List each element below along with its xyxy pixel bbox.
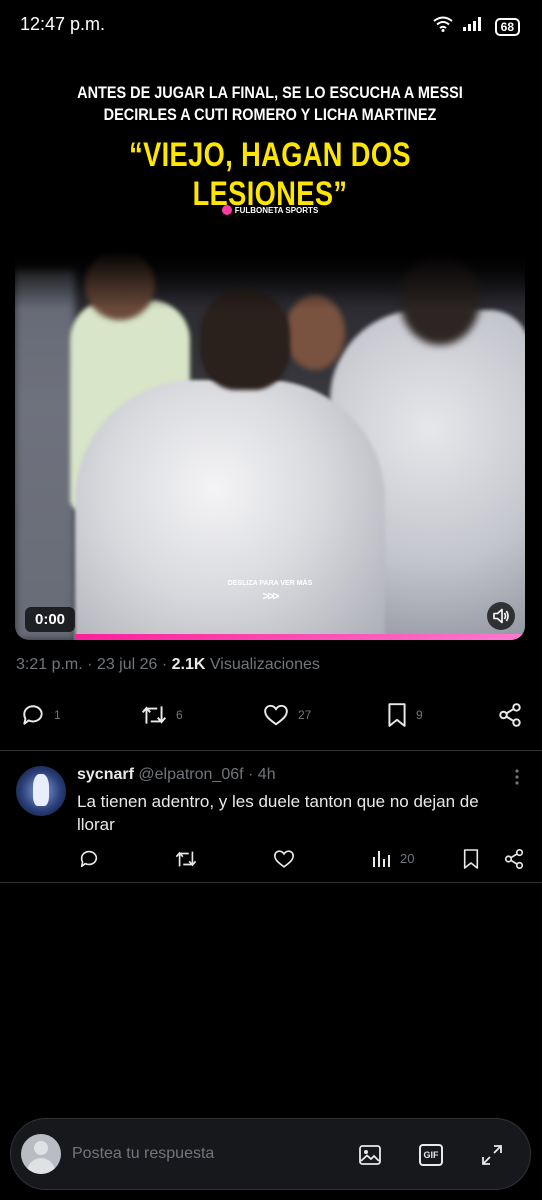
bookmark-icon — [388, 703, 406, 727]
reply-share-button[interactable] — [503, 848, 525, 870]
reply-views-count: 20 — [400, 850, 415, 866]
post-time: 3:21 p.m. — [16, 656, 83, 673]
bookmark-count: 9 — [416, 708, 423, 722]
reply-count: 1 — [54, 708, 61, 722]
brand-name: FULBONETA SPORTS — [234, 205, 319, 215]
reply-post[interactable]: sycnarf @elpatron_06f · 4h La tienen ade… — [0, 752, 542, 882]
headline-line-2: DECIRLES A CUTI ROMERO Y LICHA MARTINEZ — [103, 105, 437, 124]
more-options-button[interactable] — [514, 768, 520, 791]
repost-icon — [141, 706, 167, 724]
repost-count: 6 — [176, 708, 183, 722]
reply-like-button[interactable] — [273, 848, 295, 870]
reply-header: sycnarf @elpatron_06f · 4h — [77, 766, 276, 784]
reply-text: La tienen adentro, y les duele tanton qu… — [77, 792, 479, 834]
battery-icon: 68 — [494, 17, 520, 36]
video-player[interactable]: ANTES DE JUGAR LA FINAL, SE LO ESCUCHA A… — [15, 40, 525, 640]
heart-icon — [274, 850, 294, 868]
share-icon — [504, 849, 524, 869]
share-icon — [499, 703, 521, 727]
reply-views-button[interactable]: 20 — [372, 848, 414, 868]
post-date: 23 jul 26 — [96, 656, 158, 673]
video-duration: 0:00 — [25, 607, 76, 632]
video-accent-bar — [75, 634, 525, 640]
video-quote: “VIEJO, HAGAN DOS LESIONES” — [129, 136, 411, 213]
more-vertical-icon — [515, 769, 519, 785]
heart-icon — [264, 704, 288, 726]
expand-icon — [482, 1145, 502, 1165]
bookmark-icon — [463, 849, 479, 869]
post-views-label: Visualizaciones — [205, 656, 320, 673]
post-actions: 1 6 27 9 — [0, 698, 542, 730]
reply-time: · 4h — [243, 766, 276, 783]
gif-icon: GIF — [419, 1144, 443, 1166]
brand-logo-icon — [221, 205, 232, 215]
reply-composer[interactable]: Postea tu respuesta GIF — [10, 1118, 531, 1190]
repost-icon — [175, 851, 197, 867]
expand-button[interactable] — [479, 1142, 505, 1168]
swipe-arrows-icon: >>> — [262, 589, 279, 603]
wifi-icon — [433, 16, 453, 37]
reply-bookmark-button[interactable] — [462, 848, 480, 870]
like-count: 27 — [298, 708, 312, 722]
volume-button[interactable] — [487, 602, 515, 630]
add-gif-button[interactable]: GIF — [418, 1142, 444, 1168]
reply-button[interactable]: 1 — [20, 702, 61, 728]
video-title-card: ANTES DE JUGAR LA FINAL, SE LO ESCUCHA A… — [15, 40, 525, 270]
divider — [0, 882, 542, 883]
signal-icon — [462, 17, 485, 36]
post-views-count: 2.1K — [171, 656, 206, 673]
like-button[interactable]: 27 — [262, 702, 311, 728]
reply-author-handle[interactable]: @elpatron_06f — [134, 766, 243, 783]
repost-button[interactable]: 6 — [140, 702, 183, 728]
speaker-icon — [493, 608, 509, 624]
share-button[interactable] — [497, 702, 523, 728]
reply-input[interactable]: Postea tu respuesta — [72, 1145, 214, 1163]
image-icon — [359, 1145, 381, 1165]
reply-icon — [23, 705, 43, 725]
reply-repost-button[interactable] — [174, 848, 198, 870]
avatar[interactable] — [16, 766, 66, 816]
divider — [0, 750, 542, 751]
status-time: 12:47 p.m. — [20, 14, 106, 34]
wolf-icon — [33, 774, 49, 806]
video-headline: ANTES DE JUGAR LA FINAL, SE LO ESCUCHA A… — [53, 82, 487, 126]
post-meta: 3:21 p.m. · 23 jul 26 · 2.1K Visualizaci… — [16, 656, 320, 673]
analytics-icon — [373, 851, 390, 867]
brand-label: FULBONETA SPORTS — [15, 205, 525, 215]
reply-icon — [80, 850, 98, 868]
add-image-button[interactable] — [357, 1142, 383, 1168]
avatar[interactable] — [21, 1134, 61, 1174]
swipe-text: DESLIZA PARA VER MÁS — [227, 580, 313, 587]
reply-author-name[interactable]: sycnarf — [77, 766, 134, 783]
headline-line-1: ANTES DE JUGAR LA FINAL, SE LO ESCUCHA A… — [77, 83, 463, 102]
reply-reply-button[interactable] — [78, 848, 100, 870]
status-icons: 68 — [433, 16, 520, 37]
swipe-hint: DESLIZA PARA VER MÁS >>> — [15, 580, 525, 603]
bookmark-button[interactable]: 9 — [386, 702, 423, 728]
